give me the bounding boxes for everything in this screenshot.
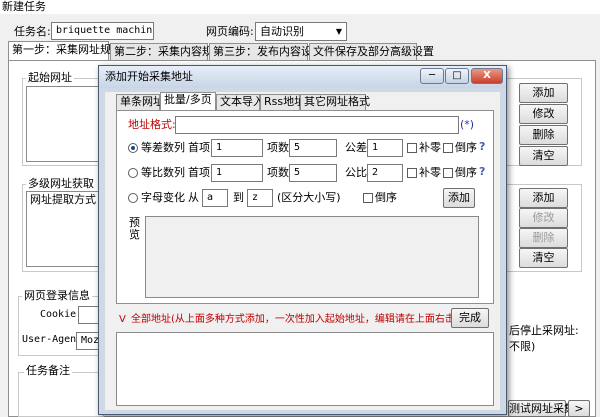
limit-label: 不限)	[509, 340, 536, 353]
tab-rss[interactable]: Rss地址	[260, 94, 305, 110]
add-url-dialog: 添加开始采集地址 ─ □ X 单条网址 批量/多页 文本导入 Rss地址 其它网…	[98, 65, 507, 415]
tab-batch[interactable]: 批量/多页	[160, 92, 216, 110]
all-urls-label: 全部地址(从上面多种方式添加，一次性加入起始地址，编辑请在上面右击)	[131, 314, 459, 325]
multi-url-edit-button[interactable]: 修改	[519, 208, 568, 228]
tab-single-url[interactable]: 单条网址	[116, 94, 164, 110]
geo-pad-label: 补零	[419, 166, 441, 179]
letters-from-input[interactable]: a	[202, 189, 228, 207]
arith-label: 等差数列	[141, 141, 185, 154]
wildcard-insert[interactable]: (*)	[460, 117, 474, 133]
cookie-input[interactable]	[78, 306, 100, 324]
notes-label: 任务备注	[24, 364, 72, 378]
arith-diff-label: 公差	[345, 141, 367, 154]
login-label: 网页登录信息	[22, 289, 92, 303]
geo-rev-label: 倒序	[455, 166, 477, 179]
geo-radio[interactable]	[128, 168, 138, 178]
done-button[interactable]: 完成	[451, 308, 489, 328]
preview-label: 预览	[129, 216, 140, 241]
tab-step2[interactable]: 第二步：采集内容规则	[110, 43, 224, 61]
arith-first-label: 首项	[188, 141, 210, 154]
chevron-down-icon[interactable]: V	[119, 312, 126, 328]
preview-box[interactable]	[145, 216, 479, 298]
geo-rev-checkbox[interactable]	[443, 168, 453, 178]
arith-diff-input[interactable]: 1	[367, 139, 403, 157]
start-url-add-button[interactable]: 添加	[519, 83, 568, 103]
window-title: 新建任务	[0, 0, 600, 14]
letters-to-label: 到	[233, 191, 244, 204]
arith-rev-label: 倒序	[455, 141, 477, 154]
dialog-client: 单条网址 批量/多页 文本导入 Rss地址 其它网址格式 地址格式: (*) 等…	[105, 92, 500, 410]
tab-step1[interactable]: 第一步：采集网址规则	[8, 41, 122, 61]
arith-first-input[interactable]: 1	[211, 139, 263, 157]
multi-url-clear-button[interactable]: 清空	[519, 248, 568, 268]
letters-label: 字母变化	[141, 191, 185, 204]
notes-group	[18, 372, 104, 417]
maximize-icon[interactable]: □	[445, 68, 469, 84]
arith-radio[interactable]	[128, 143, 138, 153]
start-url-list[interactable]	[26, 86, 106, 162]
task-name-input[interactable]: briquette machine	[51, 22, 154, 40]
multi-url-list[interactable]: 网址提取方式	[26, 191, 106, 267]
letters-rev-checkbox[interactable]	[363, 193, 373, 203]
task-name-label: 任务名:	[14, 25, 51, 38]
start-url-edit-button[interactable]: 修改	[519, 104, 568, 124]
multi-url-add-button[interactable]: 添加	[519, 188, 568, 208]
letters-radio[interactable]	[128, 193, 138, 203]
dialog-title: 添加开始采集地址	[105, 70, 193, 83]
cookie-label: Cookie	[40, 309, 77, 320]
start-url-delete-button[interactable]: 删除	[519, 125, 568, 145]
geo-count-input[interactable]: 5	[289, 164, 337, 182]
encoding-select[interactable]: 自动识别 ▼	[255, 22, 347, 41]
url-format-input[interactable]	[175, 116, 459, 134]
user-agent-label: User-Agent	[22, 334, 83, 345]
geo-ratio-label: 公比	[345, 166, 367, 179]
batch-page: 地址格式: (*) 等差数列 首项 1 项数 5 公差 1 补零 倒序 ? 等比…	[116, 110, 494, 304]
chevron-down-icon: ▼	[335, 27, 342, 36]
help-icon[interactable]: ?	[479, 140, 485, 153]
arith-count-input[interactable]: 5	[289, 139, 337, 157]
letters-add-button[interactable]: 添加	[443, 188, 475, 208]
start-url-label: 起始网址	[26, 71, 74, 85]
encoding-select-value: 自动识别	[260, 25, 304, 38]
geo-first-input[interactable]: 1	[211, 164, 263, 182]
start-url-clear-button[interactable]: 清空	[519, 146, 568, 166]
help-icon[interactable]: ?	[479, 165, 485, 178]
arith-rev-checkbox[interactable]	[443, 143, 453, 153]
arith-count-label: 项数	[267, 141, 289, 154]
encoding-label: 网页编码:	[206, 25, 254, 38]
geo-label: 等比数列	[141, 166, 185, 179]
geo-pad-checkbox[interactable]	[407, 168, 417, 178]
letters-rev-label: 倒序	[375, 191, 397, 204]
minimize-icon[interactable]: ─	[420, 68, 444, 84]
letters-to-input[interactable]: z	[247, 189, 273, 207]
tab-other-format[interactable]: 其它网址格式	[300, 94, 370, 110]
stop-after-label: 后停止采网址:	[509, 324, 579, 337]
tab-step3[interactable]: 第三步：发布内容设置	[209, 43, 323, 61]
tab-file-save[interactable]: 文件保存及部分高级设置	[309, 43, 434, 61]
geo-count-label: 项数	[267, 166, 289, 179]
test-url-button[interactable]: 测试网址采集	[508, 400, 575, 417]
url-format-label: 地址格式:	[128, 118, 176, 131]
multi-url-item[interactable]: 网址提取方式	[27, 192, 105, 208]
arith-pad-checkbox[interactable]	[407, 143, 417, 153]
arith-pad-label: 补零	[419, 141, 441, 154]
close-icon[interactable]: X	[471, 68, 503, 84]
geo-first-label: 首项	[188, 166, 210, 179]
letters-from-label: 从	[188, 191, 199, 204]
all-urls-box[interactable]	[116, 332, 494, 406]
more-button[interactable]: >	[568, 400, 590, 417]
tab-text-import[interactable]: 文本导入	[216, 94, 264, 110]
geo-ratio-input[interactable]: 2	[367, 164, 403, 182]
multi-url-delete-button[interactable]: 删除	[519, 228, 568, 248]
case-note: (区分大小写)	[277, 191, 341, 204]
